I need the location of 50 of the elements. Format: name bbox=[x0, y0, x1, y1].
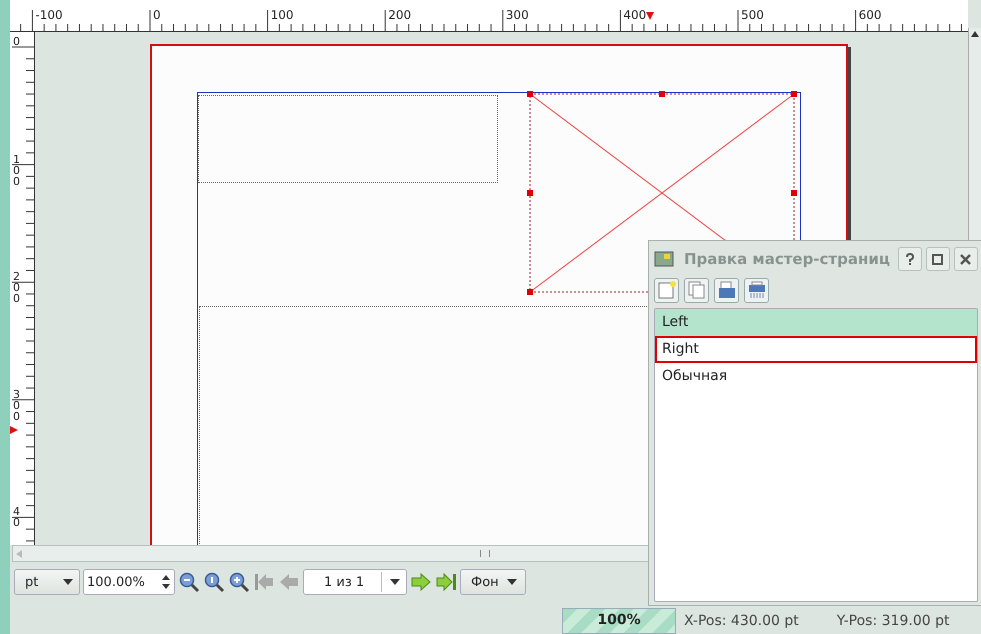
page-dropdown[interactable]: 1 из 1 bbox=[303, 569, 407, 595]
dialog-title: Правка мастер-страниц bbox=[684, 250, 890, 268]
shredder-icon bbox=[748, 281, 766, 299]
master-page-item[interactable]: Left bbox=[655, 309, 977, 336]
close-button[interactable] bbox=[954, 247, 978, 271]
new-page-button[interactable] bbox=[654, 278, 679, 302]
delete-page-button[interactable] bbox=[744, 278, 769, 302]
zoom-out-icon[interactable] bbox=[178, 571, 200, 593]
ruler-label: 300 bbox=[13, 388, 21, 422]
caret-icon bbox=[63, 579, 73, 585]
unit-dropdown[interactable]: pt bbox=[14, 569, 80, 595]
folder-icon bbox=[718, 281, 736, 299]
ruler-label: 400 bbox=[623, 8, 646, 22]
y-position: Y-Pos: 319.00 pt bbox=[836, 613, 950, 629]
ruler-label: 600 bbox=[858, 8, 882, 22]
ruler-label: 0 bbox=[13, 36, 21, 47]
ruler-label: -100 bbox=[35, 8, 63, 22]
ruler-label: 100 bbox=[270, 8, 294, 22]
master-page-item[interactable]: Обычная bbox=[655, 363, 977, 390]
ruler-label: 200 bbox=[388, 8, 412, 22]
last-page-icon[interactable] bbox=[435, 571, 457, 593]
master-page-item[interactable]: Right bbox=[655, 336, 977, 363]
ruler-label: 500 bbox=[741, 8, 764, 22]
ruler-label: 200 bbox=[13, 271, 21, 304]
new-page-icon bbox=[658, 281, 676, 299]
window-icon bbox=[654, 251, 674, 267]
progress-text: 100% bbox=[596, 612, 642, 628]
zoom-in-icon[interactable] bbox=[228, 571, 250, 593]
zoom-field[interactable]: 100.00% bbox=[83, 569, 175, 595]
ruler-label: 40 bbox=[13, 506, 21, 528]
ruler-label: 300 bbox=[506, 8, 529, 22]
cursor-marker-icon bbox=[646, 12, 654, 20]
duplicate-page-button[interactable] bbox=[684, 278, 709, 302]
ruler-label: 100 bbox=[13, 154, 21, 187]
ruler-label: 0 bbox=[153, 8, 161, 22]
zoom-reset-icon[interactable] bbox=[203, 571, 225, 593]
cursor-marker-icon bbox=[10, 426, 18, 434]
maximize-icon bbox=[932, 254, 944, 264]
maximize-button[interactable] bbox=[926, 247, 950, 271]
close-icon bbox=[960, 254, 972, 264]
help-button[interactable] bbox=[898, 247, 922, 271]
layer-dropdown[interactable]: Фон bbox=[460, 569, 526, 595]
caret-icon bbox=[390, 579, 400, 585]
scrollbar-grip-icon[interactable] bbox=[480, 550, 490, 557]
caret-icon bbox=[506, 579, 517, 585]
duplicate-page-icon bbox=[688, 281, 706, 299]
next-page-icon[interactable] bbox=[410, 571, 432, 593]
help-icon bbox=[904, 253, 915, 265]
x-position: X-Pos: 430.00 pt bbox=[684, 613, 799, 629]
import-page-button[interactable] bbox=[714, 278, 739, 302]
